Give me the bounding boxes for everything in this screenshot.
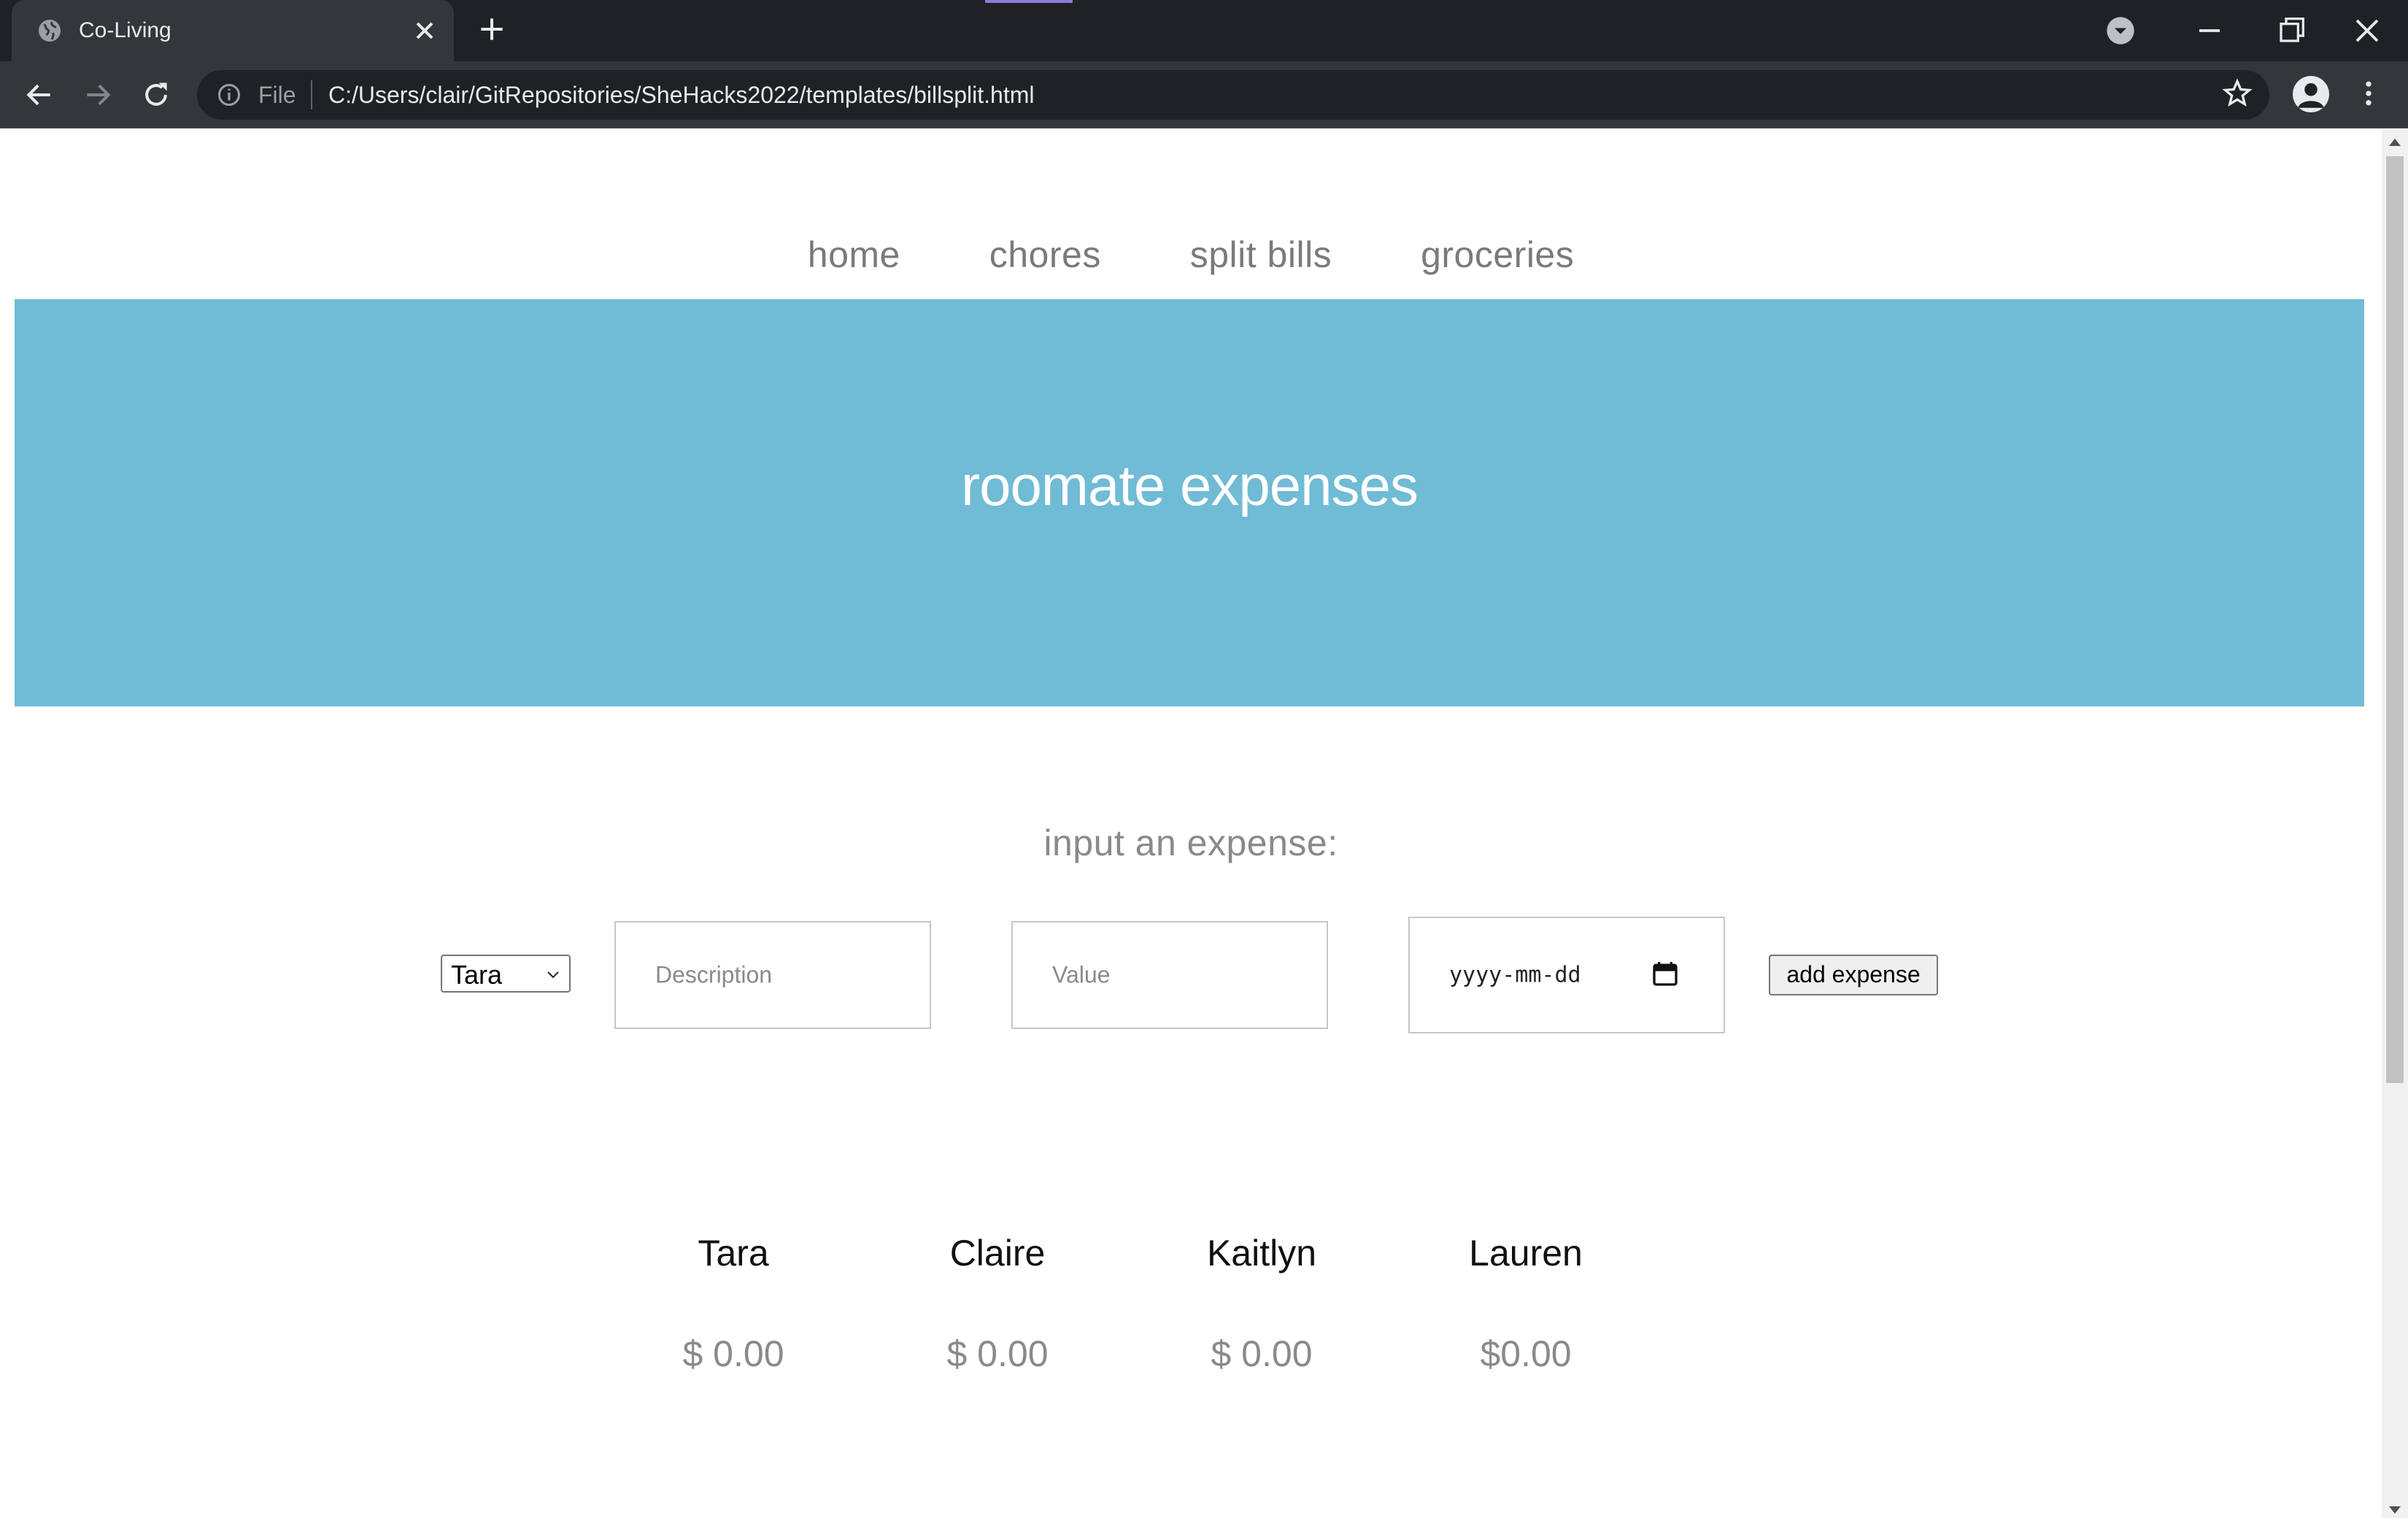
value-input[interactable]: Value: [1011, 921, 1328, 1029]
profile-avatar-icon[interactable]: [2293, 76, 2329, 112]
roommate-card: Tara $ 0.00: [602, 1232, 865, 1375]
info-icon[interactable]: [216, 82, 242, 108]
roommate-name: Tara: [698, 1233, 769, 1274]
scroll-up-arrow-icon[interactable]: [2389, 139, 2401, 146]
date-input[interactable]: yyyy-mm-dd: [1408, 917, 1725, 1033]
close-tab-icon[interactable]: [410, 16, 439, 45]
description-input[interactable]: Description: [614, 921, 931, 1029]
calendar-icon[interactable]: [1651, 959, 1680, 988]
roommate-select-value: Tara: [451, 960, 503, 990]
more-menu-icon[interactable]: [2353, 77, 2385, 109]
roommate-card: Lauren $0.00: [1394, 1232, 1657, 1375]
vertical-scrollbar[interactable]: [2382, 130, 2408, 1518]
back-arrow-icon[interactable]: [23, 79, 55, 111]
description-placeholder: Description: [655, 961, 773, 988]
roommate-card: Kaitlyn $ 0.00: [1130, 1232, 1393, 1375]
url-text[interactable]: C:/Users/clair/GitRepositories/SheHacks2…: [328, 80, 1034, 109]
nav-link-chores[interactable]: chores: [989, 234, 1101, 276]
roommate-balance: $ 0.00: [682, 1333, 784, 1374]
tab-title: Co-Living: [79, 18, 171, 42]
expense-form-heading: input an expense:: [1043, 822, 1338, 863]
chevron-down-icon: [547, 971, 559, 979]
nav-link-split-bills[interactable]: split bills: [1190, 234, 1332, 276]
roommate-balance: $0.00: [1480, 1333, 1572, 1374]
url-scheme-label: File: [258, 82, 296, 108]
nav-link-home[interactable]: home: [808, 234, 900, 276]
browser-tab[interactable]: Co-Living: [12, 0, 454, 61]
roommate-name: Claire: [949, 1233, 1046, 1274]
add-expense-button[interactable]: add expense: [1769, 955, 1938, 995]
roommate-balance: $ 0.00: [1211, 1333, 1313, 1374]
forward-arrow-icon[interactable]: [82, 79, 114, 111]
scroll-down-arrow-icon[interactable]: [2389, 1506, 2401, 1514]
date-placeholder: yyyy-mm-dd: [1449, 962, 1581, 988]
browser-toolbar: File C:/Users/clair/GitRepositories/SheH…: [0, 61, 2408, 128]
tab-search-icon[interactable]: [2100, 10, 2141, 51]
address-divider: [311, 80, 312, 109]
close-window-icon[interactable]: [2347, 10, 2388, 51]
page-viewport: home chores split bills groceries roomat…: [0, 130, 2382, 1518]
roommate-name: Kaitlyn: [1206, 1233, 1317, 1274]
value-placeholder: Value: [1052, 961, 1111, 988]
nav-link-groceries[interactable]: groceries: [1421, 234, 1574, 276]
browser-titlebar: Co-Living: [0, 0, 2408, 61]
tab-strip-accent: [985, 0, 1073, 3]
reload-icon[interactable]: [140, 79, 172, 111]
bookmark-star-icon[interactable]: [2221, 77, 2253, 109]
roommate-card: Claire $ 0.00: [866, 1232, 1129, 1375]
roommate-name: Lauren: [1469, 1233, 1583, 1274]
address-bar[interactable]: File C:/Users/clair/GitRepositories/SheH…: [197, 70, 2269, 120]
site-nav: home chores split bills groceries: [0, 234, 2382, 276]
restore-icon[interactable]: [2271, 10, 2312, 51]
new-tab-icon[interactable]: [476, 13, 508, 45]
minimize-icon[interactable]: [2189, 10, 2230, 51]
roommate-select[interactable]: Tara: [441, 955, 571, 993]
roommate-balance: $ 0.00: [946, 1333, 1049, 1374]
globe-icon: [39, 20, 61, 42]
hero-banner: roomate expenses: [15, 299, 2364, 706]
scrollbar-thumb[interactable]: [2386, 156, 2404, 1083]
page-title: roomate expenses: [961, 453, 1419, 517]
